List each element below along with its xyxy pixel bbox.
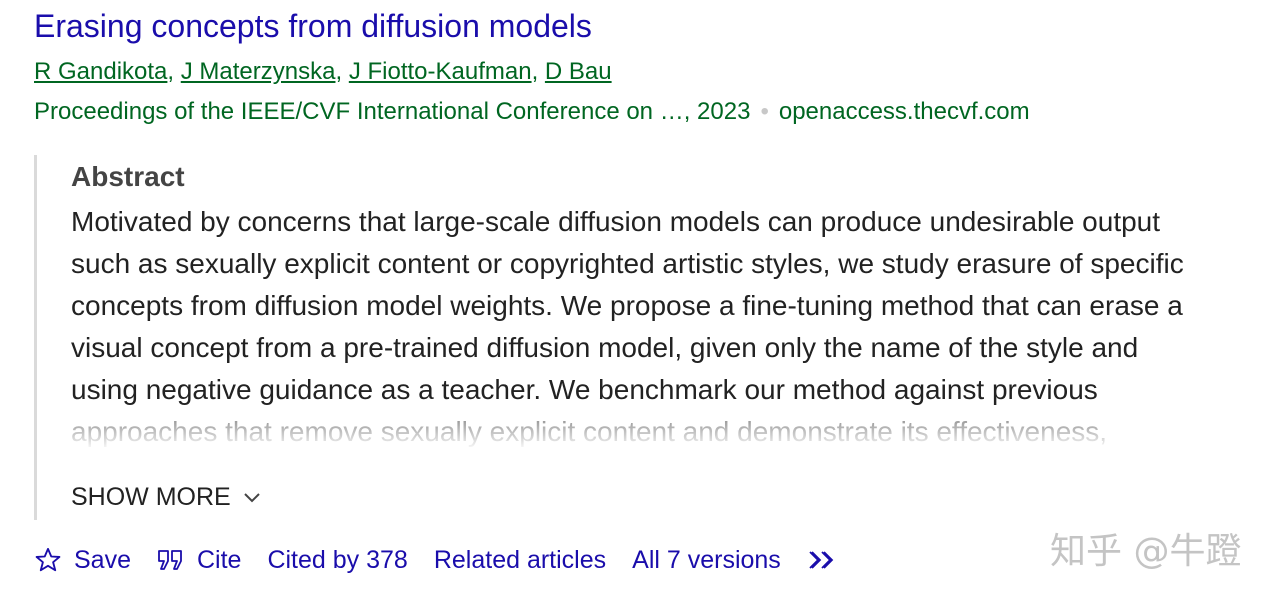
quote-icon [158, 550, 182, 570]
double-chevron-right-icon [809, 551, 834, 569]
author-link[interactable]: D Bau [545, 58, 612, 85]
author-separator: , [167, 58, 181, 85]
watermark: 知乎 @牛蹬 [1050, 531, 1242, 572]
more-options-button[interactable] [807, 548, 849, 572]
cited-by-link[interactable]: Cited by 378 [267, 546, 407, 575]
author-link[interactable]: J Fiotto-Kaufman [349, 58, 532, 85]
venue-line: Proceedings of the IEEE/CVF Internationa… [34, 98, 1030, 126]
abstract-line: using negative guidance as a teacher. We… [71, 374, 1098, 405]
all-versions-label: All 7 versions [632, 545, 781, 574]
save-button[interactable]: Save [34, 546, 131, 575]
all-versions-link[interactable]: All 7 versions [632, 546, 781, 575]
abstract-line: Motivated by concerns that large-scale d… [71, 206, 1161, 237]
abstract-line: approaches that remove sexually explicit… [71, 416, 1108, 447]
abstract-line: such as sexually explicit content or cop… [71, 248, 1184, 279]
abstract-panel: Abstract Motivated by concerns that larg… [34, 155, 1277, 520]
cite-button[interactable]: Cite [157, 546, 241, 575]
abstract-heading: Abstract [71, 161, 185, 192]
show-more-button[interactable]: SHOW MORE [71, 483, 261, 512]
source-domain: openaccess.thecvf.com [778, 98, 1030, 125]
result-actions-bar: Save Cite Cited by 378 Related articles … [34, 540, 875, 580]
abstract-line: visual concept from a pre-trained diffus… [71, 332, 1139, 363]
show-more-label: SHOW MORE [71, 483, 231, 511]
separator-dot: • [760, 98, 769, 125]
authors-line: R Gandikota, J Materzynska, J Fiotto-Kau… [34, 58, 612, 86]
related-articles-link[interactable]: Related articles [434, 546, 606, 575]
chevron-down-icon [244, 492, 260, 502]
cited-by-label: Cited by 378 [267, 545, 408, 574]
save-label: Save [74, 545, 131, 574]
related-articles-label: Related articles [433, 545, 607, 574]
abstract-text: Motivated by concerns that large-scale d… [71, 201, 1271, 491]
abstract-line: concepts from diffusion model weights. W… [71, 290, 1183, 321]
author-separator: , [531, 58, 545, 85]
author-link[interactable]: J Materzynska [181, 58, 336, 85]
cite-label: Cite [196, 545, 242, 574]
venue-text: Proceedings of the IEEE/CVF Internationa… [34, 98, 751, 125]
author-separator: , [335, 58, 349, 85]
star-outline-icon [35, 547, 61, 572]
author-link[interactable]: R Gandikota [34, 58, 167, 85]
result-title-link[interactable]: Erasing concepts from diffusion models [34, 8, 592, 45]
